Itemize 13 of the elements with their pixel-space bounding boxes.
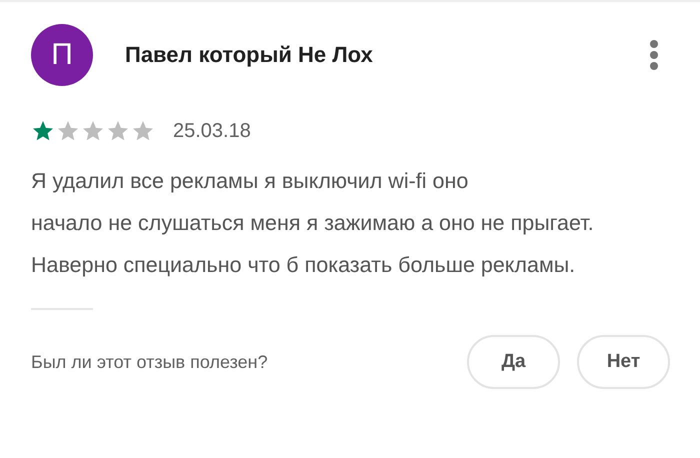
- author-name: Павел который Не Лох: [125, 42, 374, 68]
- review-date: 25.03.18: [173, 120, 251, 142]
- answer-button[interactable]: Да: [467, 335, 560, 389]
- answer-button[interactable]: Нет: [577, 335, 670, 389]
- avatar: П: [31, 24, 93, 86]
- empty-star-icon: [81, 119, 105, 143]
- filled-star-icon: [31, 119, 55, 143]
- empty-star-icon: [131, 119, 155, 143]
- review-text: Я удалил все рекламы я выключил wi-fi оно начало не слушаться меня я зажимаю а оно не прыгает. Наверно специально что б показать больше рекламы.: [31, 168, 595, 279]
- empty-star-icon: [56, 119, 80, 143]
- helpful-question: Был ли этот отзыв полезен?: [31, 352, 269, 372]
- more-options-icon[interactable]: [649, 40, 659, 70]
- empty-star-icon: [106, 119, 130, 143]
